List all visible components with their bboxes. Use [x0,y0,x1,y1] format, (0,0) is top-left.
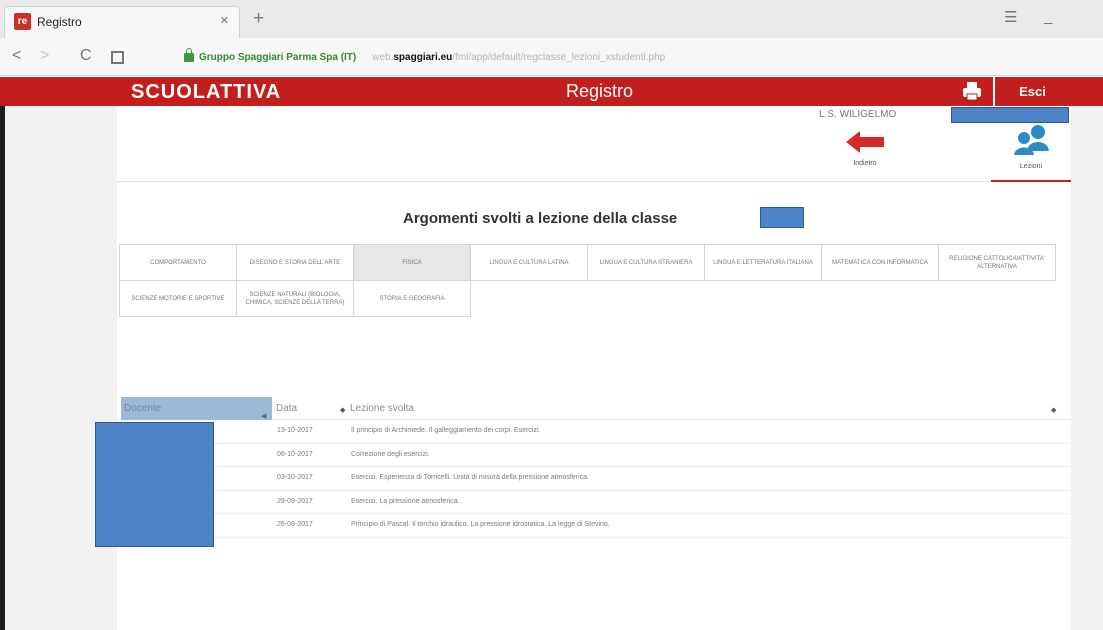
close-tab-icon[interactable]: × [220,12,229,29]
lesson-description: Esercizi. Esperienza di Torricelli. Unit… [351,474,589,481]
header-title: Registro [566,81,634,101]
menu-icon[interactable]: ☰ [1004,8,1017,26]
subject-tab[interactable]: COMPORTAMENTO [119,244,237,281]
lesson-date: 03-10-2017 [277,474,313,481]
app-favicon-icon: re [14,13,31,30]
table-row: 26-09-2017 Principio di Pascal. Il torch… [117,514,1071,538]
lesson-date: 26-09-2017 [277,521,313,528]
new-tab-icon[interactable]: + [253,9,264,28]
page-toolbar: Indietro Lezioni [117,124,1071,182]
redacted-class-name [760,207,804,228]
subject-tab-selected[interactable]: FISICA [353,244,471,281]
tabs-grid-icon[interactable] [111,51,124,64]
lesson-description: Correzione degli esercizi. [351,450,430,458]
subject-row: COMPORTAMENTO DISEGNO E STORIA DELL'ARTE… [119,244,1065,281]
sort-icon[interactable]: ◆ [340,406,345,414]
lessons-table: Docente ◀ Data ◆ Lezione svolta ◆ 13-10-… [117,397,1071,538]
subject-tab[interactable]: LINGUA E CULTURA LATINA [470,244,588,281]
web-page: SCUOLATTIVA Registro Esci L.S. WILIGELMO… [0,77,1103,630]
sort-icon[interactable]: ◆ [1051,406,1056,414]
teacher-header-label: Docente [124,403,162,414]
lesson-description: Principio di Pascal. Il torchio idraulic… [351,521,610,528]
main-content: L.S. WILIGELMO Indietro Lezioni Argoment… [95,106,1071,630]
table-row: 13-10-2017 Il principio di Archimede. Il… [117,420,1071,444]
table-row: 06-10-2017 Correzione degli esercizi. [117,444,1071,467]
logout-button[interactable]: Esci [993,77,1070,106]
site-organization: Gruppo Spaggiari Parma Spa (IT) [199,52,357,63]
back-arrow-icon [846,131,884,153]
lesson-date: 06-10-2017 [277,450,313,458]
lesson-description: Esercizi. La pressione atmosferica. [351,497,460,505]
lessons-label: Lezioni [1019,163,1043,170]
school-name: L.S. WILIGELMO [819,109,897,120]
back-button[interactable]: Indietro [835,124,895,167]
lock-icon [184,47,194,62]
table-row: 03-10-2017 Esercizi. Esperienza di Torri… [117,467,1071,491]
table-header: Docente ◀ Data ◆ Lezione svolta ◆ [117,397,1071,420]
lessons-tab[interactable]: Lezioni [991,124,1071,182]
page-title-text: Argomenti svolti a lezione della classe [403,210,678,227]
subject-tab[interactable]: LINGUA E CULTURA STRANIERA [587,244,705,281]
tab-title: Registro [37,15,82,29]
subject-tab[interactable]: DISEGNO E STORIA DELL'ARTE [236,244,354,281]
date-column-header[interactable]: Data [276,397,297,420]
url-prefix: web. [372,52,394,63]
subject-tab[interactable]: SCIENZE NATURALI (BIOLOGIA, CHIMICA, SCI… [236,280,354,317]
table-row: 29-09-2017 Esercizi. La pressione atmosf… [117,491,1071,514]
url-bar[interactable]: Gruppo Spaggiari Parma Spa (IT) web.spagg… [172,47,1092,69]
print-icon[interactable] [961,81,983,101]
subject-tab[interactable]: STORIA E GEOGRAFIA [353,280,471,317]
lesson-date: 29-09-2017 [277,497,313,505]
forward-button-icon[interactable]: > [40,47,49,65]
browser-navigation-bar: < > C Gruppo Spaggiari Parma Spa (IT) web… [0,38,1103,76]
subject-tabs: COMPORTAMENTO DISEGNO E STORIA DELL'ARTE… [119,244,1065,317]
users-icon [1014,125,1049,155]
lesson-column-header[interactable]: Lezione svolta [350,397,414,420]
back-label: Indietro [853,160,877,167]
page-title: Argomenti svolti a lezione della classe [403,210,677,227]
subject-row: SCIENZE MOTORIE E SPORTIVE SCIENZE NATUR… [119,280,1065,317]
subject-tab[interactable]: SCIENZE MOTORIE E SPORTIVE [119,280,237,317]
url-path: /fml/app/default/regclasse_lezioni_xstud… [452,52,666,63]
minimize-icon[interactable]: _ [1044,8,1052,25]
reload-icon[interactable]: C [80,47,92,65]
lesson-description: Il principio di Archimede. Il galleggiam… [351,427,541,434]
browser-tab-bar: re Registro × + ☰ _ [0,0,1103,38]
subject-tab[interactable]: LINGUA E LETTERATURA ITALIANA [704,244,822,281]
browser-tab[interactable]: re Registro × [4,6,240,38]
app-header: SCUOLATTIVA Registro Esci [0,77,1103,106]
back-button-icon[interactable]: < [12,47,21,65]
teacher-column-header[interactable]: Docente ◀ [121,397,272,420]
url-host: spaggiari.eu [393,52,453,63]
scuolattiva-logo: SCUOLATTIVA [131,81,282,103]
redacted-user-name [951,107,1069,123]
subject-tab[interactable]: RELIGIONE CATTOLICA/ATTIVITA' ALTERNATIV… [938,244,1056,281]
subject-tab[interactable]: MATEMATICA CON INFORMATICA [821,244,939,281]
redacted-teacher-name [95,422,214,547]
lesson-date: 13-10-2017 [277,427,313,434]
page-edge-bar [0,77,5,630]
